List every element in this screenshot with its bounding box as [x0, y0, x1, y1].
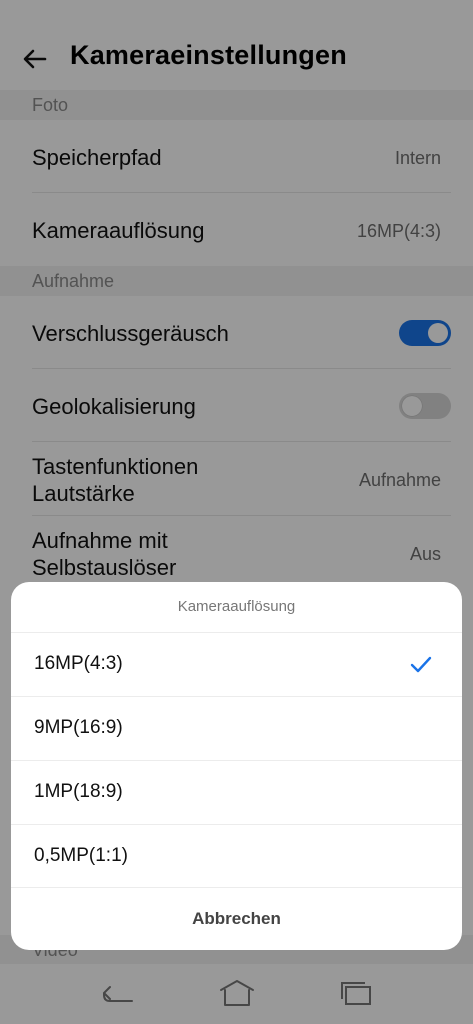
resolution-option-16mp[interactable]: 16MP(4:3): [11, 633, 462, 696]
option-label: 1MP(18:9): [34, 781, 123, 802]
option-label: 9MP(16:9): [34, 717, 123, 738]
checkmark-icon: [410, 656, 432, 673]
resolution-option-1mp[interactable]: 1MP(18:9): [11, 761, 462, 824]
option-label: 0,5MP(1:1): [34, 845, 128, 866]
settings-screen: Kameraeinstellungen Foto Speicherpfad In…: [0, 0, 473, 1024]
resolution-option-9mp[interactable]: 9MP(16:9): [11, 697, 462, 760]
cancel-button[interactable]: Abbrechen: [11, 887, 462, 950]
option-label: 16MP(4:3): [34, 653, 123, 674]
resolution-dialog: Kameraauflösung 16MP(4:3) 9MP(16:9) 1MP(…: [11, 582, 462, 950]
resolution-option-0-5mp[interactable]: 0,5MP(1:1): [11, 825, 462, 888]
dialog-title: Kameraauflösung: [177, 598, 296, 615]
